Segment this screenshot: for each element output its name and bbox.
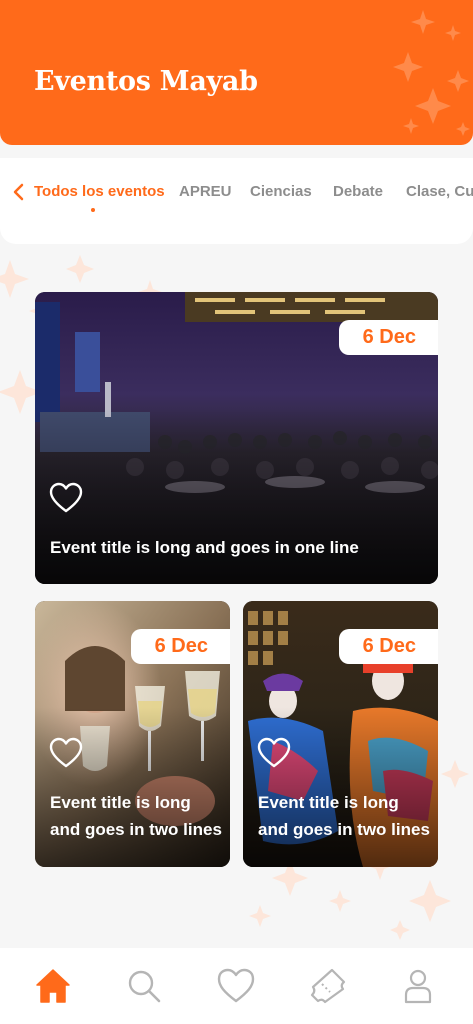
- bottom-navigation: [0, 948, 473, 1024]
- card-shade: [243, 707, 438, 867]
- date-badge: 6 Dec: [338, 320, 438, 355]
- card-shade: [35, 707, 230, 867]
- event-card[interactable]: 6 Dec Event title is long and goes in tw…: [35, 601, 230, 867]
- app-title: Eventos Mayab: [34, 66, 258, 97]
- active-tab-indicator: [91, 208, 95, 212]
- heart-icon[interactable]: [49, 737, 83, 769]
- category-tabs: Todos los eventos APREU Ciencias Debate …: [0, 158, 473, 244]
- profile-icon[interactable]: [398, 966, 438, 1006]
- event-title: Event title is long and goes in one line: [50, 538, 359, 557]
- heart-icon[interactable]: [216, 966, 256, 1006]
- ticket-icon[interactable]: [308, 966, 348, 1006]
- sparkle-decoration: [393, 10, 470, 136]
- tab-clase-cur[interactable]: Clase, Cur: [406, 183, 473, 200]
- event-card[interactable]: 6 Dec Event title is long and goes in tw…: [243, 601, 438, 867]
- app-header: Eventos Mayab: [0, 0, 473, 145]
- heart-icon[interactable]: [257, 737, 291, 769]
- tab-debate[interactable]: Debate: [333, 183, 383, 200]
- tab-apreu[interactable]: APREU: [179, 183, 232, 200]
- event-title-line-2: and goes in two lines: [258, 820, 430, 839]
- event-title-line-1: Event title is long: [258, 793, 399, 812]
- home-icon[interactable]: [33, 966, 73, 1006]
- heart-icon[interactable]: [49, 482, 83, 514]
- tab-ciencias[interactable]: Ciencias: [250, 183, 312, 200]
- event-title: Event title is long and goes in two line…: [258, 789, 430, 843]
- event-title-line-2: and goes in two lines: [50, 820, 222, 839]
- chevron-left-icon[interactable]: [10, 182, 28, 202]
- search-icon[interactable]: [124, 966, 164, 1006]
- event-title: Event title is long and goes in two line…: [50, 789, 222, 843]
- event-card[interactable]: 6 Dec Event title is long and goes in on…: [35, 292, 438, 584]
- event-title-line-1: Event title is long: [50, 793, 191, 812]
- tab-todos-los-eventos[interactable]: Todos los eventos: [34, 183, 165, 200]
- date-badge: 6 Dec: [130, 629, 230, 664]
- date-badge: 6 Dec: [338, 629, 438, 664]
